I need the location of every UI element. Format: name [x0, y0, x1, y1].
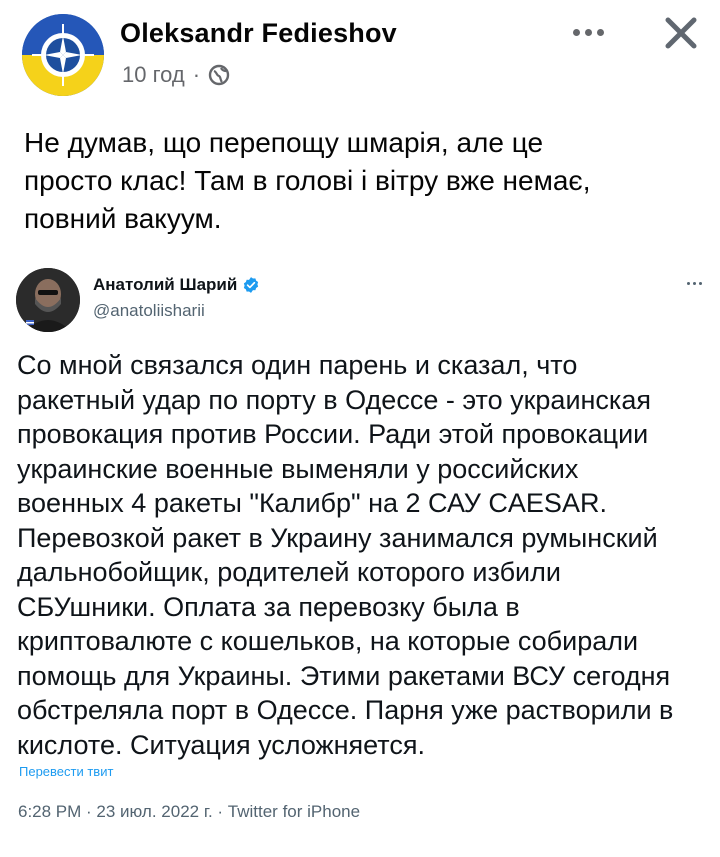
- tweet-text-line: криптовалюте с кошельков, на которые соб…: [17, 626, 639, 656]
- tweet-text-line: Перевозкой ракет в Украину занимался рум…: [17, 522, 658, 553]
- tweet-author-label: Анатолий Шарий: [93, 275, 238, 294]
- post-text: Не думав, що перепощу шмарія, але це про…: [24, 124, 704, 238]
- tweet-text-line: украинские военные выменяли у российских: [17, 453, 579, 484]
- more-options-icon[interactable]: [568, 22, 608, 42]
- tweet-text-line: Со мной связался один парень и сказал, ч…: [17, 350, 578, 380]
- post-header: Oleksandr Fedieshov 10 год ·: [0, 0, 720, 100]
- globe-icon: [208, 64, 230, 86]
- tweet-text-line: дальнобойщик, родителей которого избили: [17, 557, 561, 587]
- translate-tweet-link: Перевести твит: [19, 764, 114, 779]
- author-avatar[interactable]: [22, 14, 104, 96]
- author-name[interactable]: Oleksandr Fedieshov: [120, 18, 397, 49]
- tweet-text-line: кислоте. Ситуация усложняется.: [17, 729, 425, 760]
- post-text-line: Не думав, що перепощу шмарія, але це: [24, 127, 544, 158]
- tweet-text-line: военных 4 ракеты "Калибр" на 2 САУ CAESA…: [17, 488, 607, 518]
- post-meta: 10 год ·: [122, 62, 230, 88]
- verified-badge-icon: [244, 277, 259, 293]
- post-text-line: просто клас! Там в голові і вітру вже не…: [24, 165, 591, 196]
- tweet-author-avatar: [16, 268, 80, 332]
- tweet-timestamp: 6:28 PM · 23 июл. 2022 г. · Twitter for …: [18, 802, 361, 821]
- more-icon: [682, 278, 706, 288]
- tweet-author-handle: @anatoliisharii: [93, 301, 205, 320]
- meta-separator: ·: [192, 62, 201, 87]
- tweet-screenshot[interactable]: Анатолий Шарий @anatoliisharii Со мной с…: [0, 262, 720, 857]
- close-icon[interactable]: [660, 12, 702, 54]
- tweet-text-line: обстреляла порт в Одессе. Парня уже раст…: [17, 695, 674, 725]
- nato-ukraine-flag-avatar-icon: [22, 14, 104, 96]
- tweet-author-name: Анатолий Шарий: [93, 275, 260, 295]
- tweet-text-line: ракетный удар по порту в Одессе - это ук…: [17, 384, 651, 415]
- tweet-text: Со мной связался один парень и сказал, ч…: [17, 348, 707, 762]
- tweet-text-line: провокация против России. Ради этой пров…: [17, 419, 649, 449]
- tweet-text-line: СБУшники. Оплата за перевозку была в: [17, 591, 520, 622]
- tweet-text-line: помощь для Украины. Этими ракетами ВСУ с…: [17, 660, 671, 691]
- post-time[interactable]: 10 год: [122, 62, 185, 88]
- post-text-line: повний вакуум.: [24, 203, 222, 234]
